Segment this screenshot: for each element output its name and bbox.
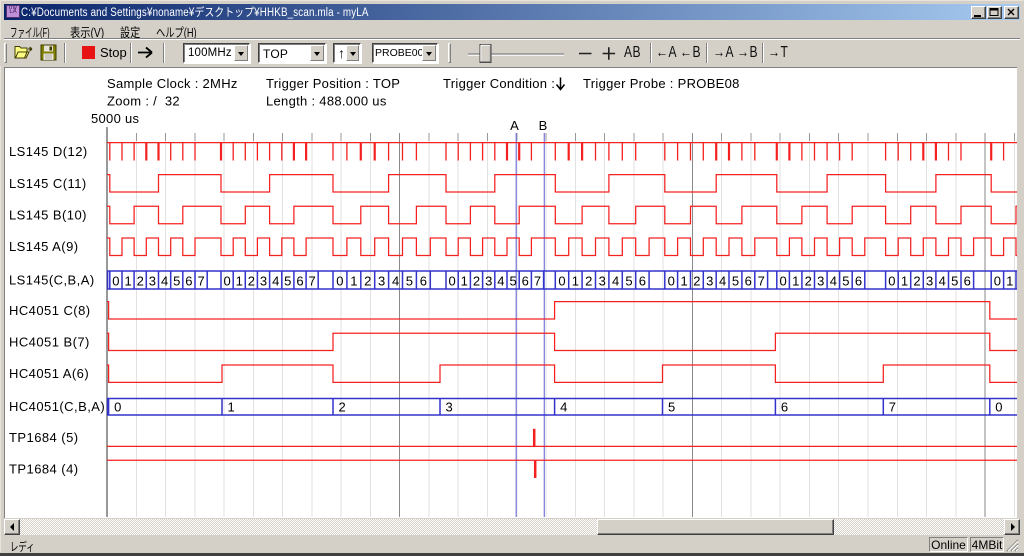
svg-text:5: 5 bbox=[951, 274, 958, 289]
svg-text:5: 5 bbox=[509, 274, 516, 289]
svg-text:1: 1 bbox=[901, 274, 908, 289]
svg-text:5: 5 bbox=[625, 274, 632, 289]
svg-text:2: 2 bbox=[364, 274, 371, 289]
svg-text:6: 6 bbox=[296, 274, 303, 289]
svg-text:7: 7 bbox=[534, 274, 541, 289]
svg-text:5: 5 bbox=[406, 274, 413, 289]
svg-text:LS145(C,B,A): LS145(C,B,A) bbox=[9, 273, 95, 288]
svg-text:1: 1 bbox=[236, 274, 243, 289]
svg-text:2: 2 bbox=[585, 274, 592, 289]
svg-text:HC4051 B(7): HC4051 B(7) bbox=[9, 334, 90, 349]
svg-text:2: 2 bbox=[248, 274, 255, 289]
svg-text:LS145 B(10): LS145 B(10) bbox=[9, 208, 87, 223]
svg-text:5: 5 bbox=[732, 274, 739, 289]
svg-text:2: 2 bbox=[473, 274, 480, 289]
svg-text:0: 0 bbox=[114, 400, 121, 415]
svg-text:0: 0 bbox=[558, 274, 565, 289]
svg-text:0: 0 bbox=[112, 274, 119, 289]
svg-text:6: 6 bbox=[745, 274, 752, 289]
svg-text:HC4051 A(6): HC4051 A(6) bbox=[9, 366, 89, 381]
svg-text:3: 3 bbox=[706, 274, 713, 289]
svg-text:4: 4 bbox=[939, 274, 946, 289]
svg-text:TP1684 (4): TP1684 (4) bbox=[9, 462, 79, 477]
svg-text:LS145 A(9): LS145 A(9) bbox=[9, 239, 79, 254]
svg-text:4: 4 bbox=[830, 274, 837, 289]
svg-text:0: 0 bbox=[995, 400, 1002, 415]
svg-text:3: 3 bbox=[926, 274, 933, 289]
svg-text:4: 4 bbox=[161, 274, 168, 289]
svg-text:B: B bbox=[539, 118, 548, 133]
svg-text:7: 7 bbox=[758, 274, 765, 289]
svg-text:4: 4 bbox=[392, 274, 399, 289]
svg-text:4: 4 bbox=[560, 400, 567, 415]
svg-text:2: 2 bbox=[339, 400, 346, 415]
svg-text:0: 0 bbox=[888, 274, 895, 289]
svg-text:5: 5 bbox=[668, 400, 675, 415]
svg-text:5: 5 bbox=[284, 274, 291, 289]
svg-text:3: 3 bbox=[260, 274, 267, 289]
svg-text:HC4051 C(8): HC4051 C(8) bbox=[9, 303, 91, 318]
svg-text:2: 2 bbox=[805, 274, 812, 289]
svg-text:4: 4 bbox=[719, 274, 726, 289]
svg-text:3: 3 bbox=[446, 400, 453, 415]
svg-text:1: 1 bbox=[680, 274, 687, 289]
svg-text:4: 4 bbox=[497, 274, 504, 289]
svg-text:0: 0 bbox=[994, 274, 1001, 289]
svg-text:0: 0 bbox=[336, 274, 343, 289]
svg-text:Trigger Probe : PROBE08: Trigger Probe : PROBE08 bbox=[583, 76, 740, 91]
svg-text:3: 3 bbox=[485, 274, 492, 289]
svg-text:0: 0 bbox=[779, 274, 786, 289]
svg-text:2: 2 bbox=[137, 274, 144, 289]
svg-text:1: 1 bbox=[572, 274, 579, 289]
svg-text:3: 3 bbox=[149, 274, 156, 289]
svg-text:7: 7 bbox=[889, 400, 896, 415]
svg-text:5: 5 bbox=[173, 274, 180, 289]
svg-text:5: 5 bbox=[842, 274, 849, 289]
svg-text:2: 2 bbox=[693, 274, 700, 289]
svg-text:LS145 C(11): LS145 C(11) bbox=[9, 176, 87, 191]
svg-text:Length : 488.000 us: Length : 488.000 us bbox=[266, 94, 387, 109]
svg-text:2: 2 bbox=[913, 274, 920, 289]
svg-text:4: 4 bbox=[272, 274, 279, 289]
svg-text:6: 6 bbox=[522, 274, 529, 289]
svg-text:3: 3 bbox=[599, 274, 606, 289]
svg-text:Zoom : / 32: Zoom : / 32 bbox=[107, 94, 180, 109]
svg-text:Trigger Condition :: Trigger Condition : bbox=[443, 76, 555, 91]
svg-text:6: 6 bbox=[639, 274, 646, 289]
svg-text:HC4051(C,B,A): HC4051(C,B,A) bbox=[9, 399, 105, 414]
svg-text:6: 6 bbox=[855, 274, 862, 289]
svg-text:7: 7 bbox=[197, 274, 204, 289]
svg-text:1: 1 bbox=[461, 274, 468, 289]
svg-text:A: A bbox=[510, 118, 519, 133]
svg-text:0: 0 bbox=[448, 274, 455, 289]
svg-text:3: 3 bbox=[378, 274, 385, 289]
svg-text:Trigger Position : TOP: Trigger Position : TOP bbox=[266, 76, 400, 91]
svg-text:4: 4 bbox=[612, 274, 619, 289]
svg-text:6: 6 bbox=[185, 274, 192, 289]
svg-text:Sample Clock : 2MHz: Sample Clock : 2MHz bbox=[107, 76, 238, 91]
svg-text:5000 us: 5000 us bbox=[91, 111, 140, 126]
svg-text:0: 0 bbox=[668, 274, 675, 289]
svg-text:1: 1 bbox=[1006, 274, 1013, 289]
svg-text:7: 7 bbox=[308, 274, 315, 289]
svg-text:6: 6 bbox=[420, 274, 427, 289]
svg-text:3: 3 bbox=[817, 274, 824, 289]
svg-text:1: 1 bbox=[350, 274, 357, 289]
svg-text:LS145 D(12): LS145 D(12) bbox=[9, 144, 88, 159]
svg-text:0: 0 bbox=[223, 274, 230, 289]
svg-text:6: 6 bbox=[781, 400, 788, 415]
svg-text:1: 1 bbox=[124, 274, 131, 289]
svg-text:1: 1 bbox=[792, 274, 799, 289]
svg-text:6: 6 bbox=[964, 274, 971, 289]
svg-text:TP1684 (5): TP1684 (5) bbox=[9, 430, 79, 445]
svg-text:1: 1 bbox=[228, 400, 235, 415]
